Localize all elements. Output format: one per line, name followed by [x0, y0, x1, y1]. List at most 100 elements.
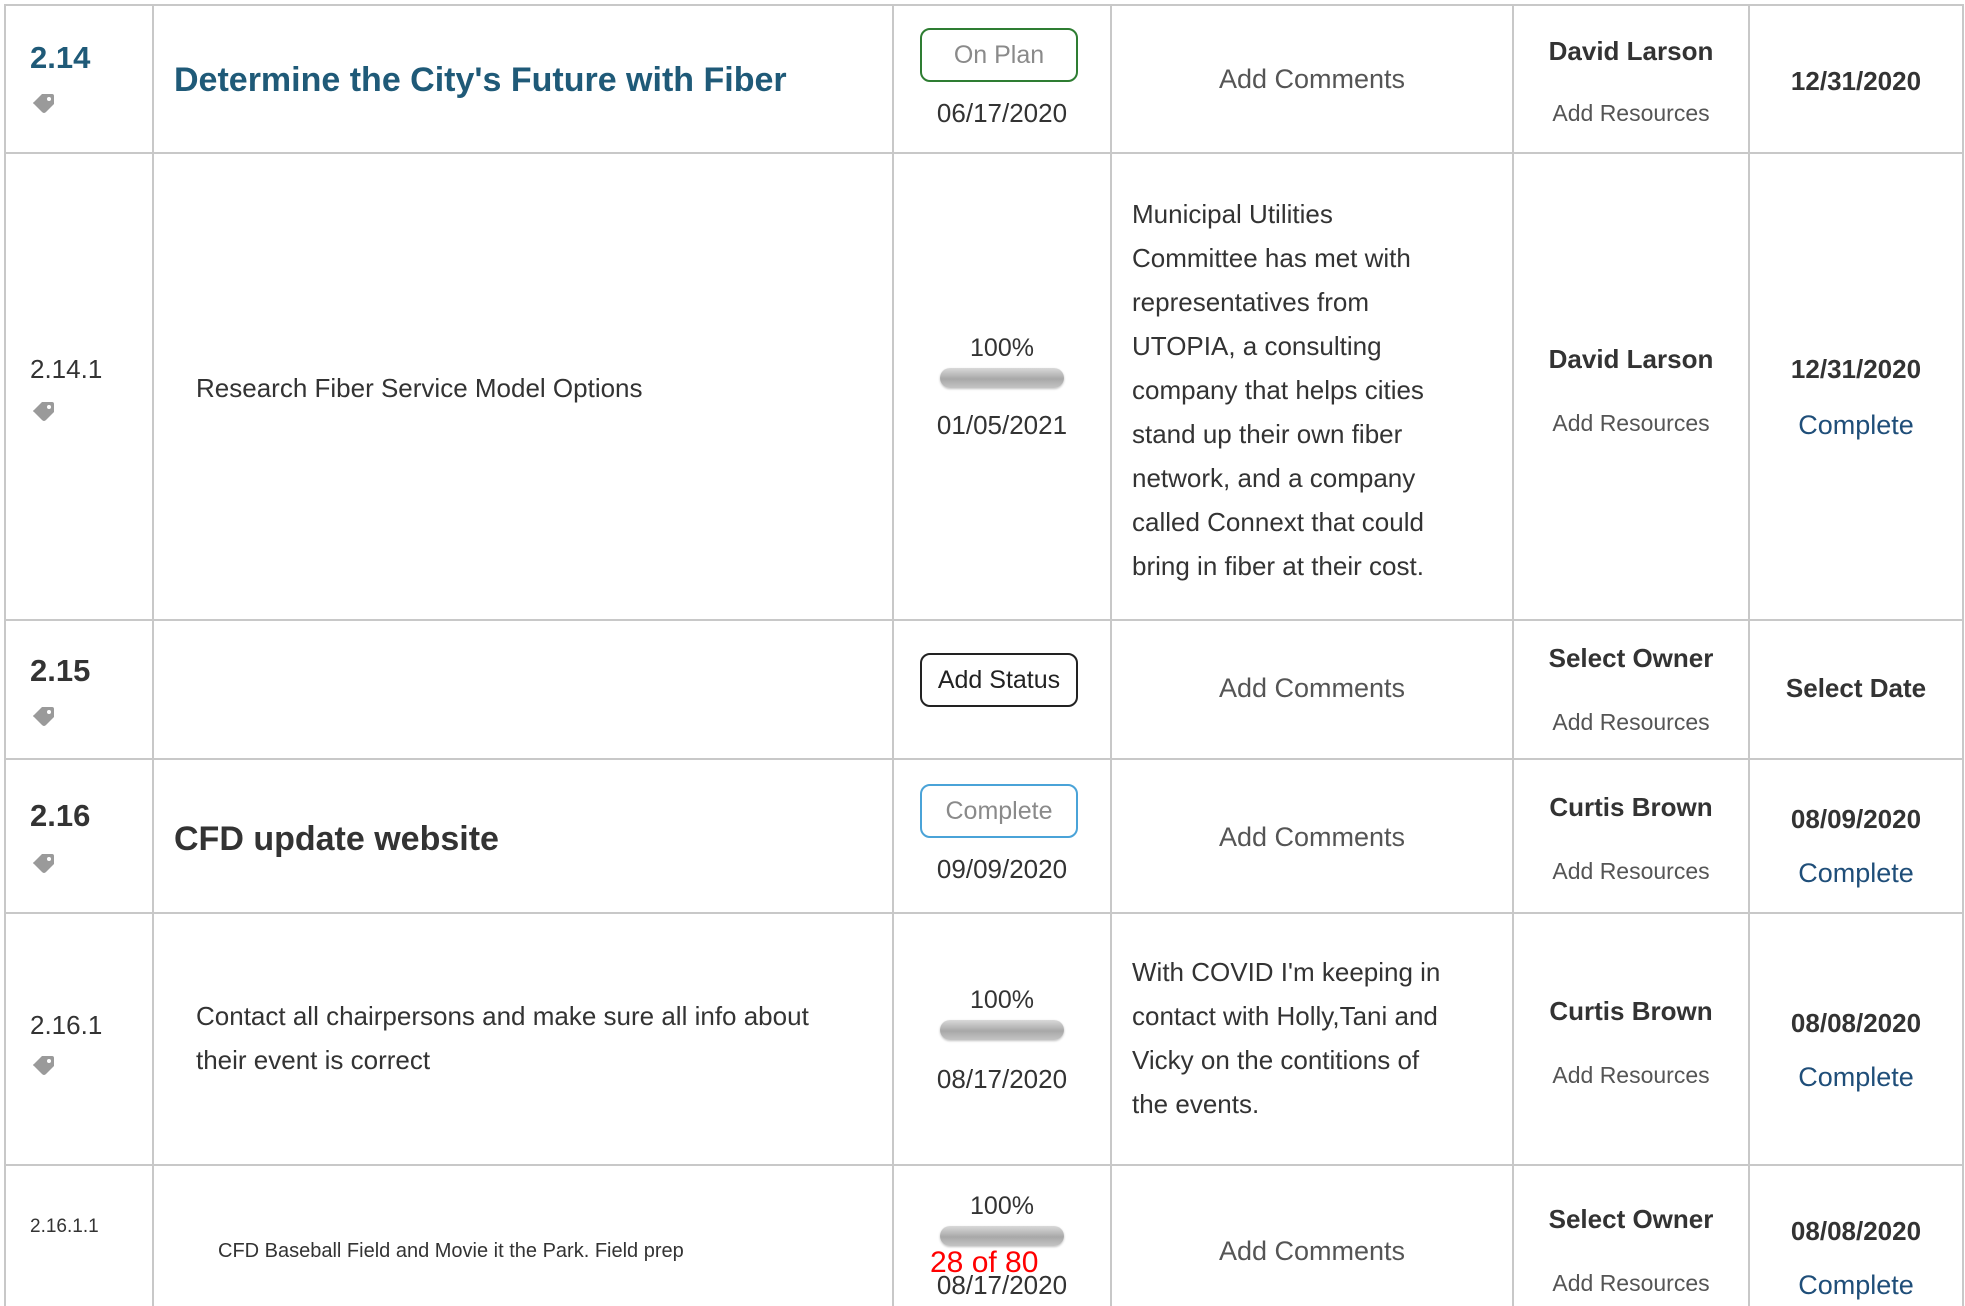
title-line: their event is correct	[196, 1045, 431, 1075]
table-row: 2.16.1 Contact all chairpersons and make…	[4, 914, 1964, 1166]
item-number[interactable]: 2.14	[30, 40, 90, 76]
status-cell: 100% 08/17/2020	[894, 914, 1112, 1164]
comment-line: Vicky on the contitions of	[1132, 1045, 1420, 1075]
comment-text[interactable]: Municipal Utilities Committee has met wi…	[1132, 192, 1472, 588]
comment-line: bring in fiber at their cost.	[1132, 551, 1424, 581]
status-cell: Complete 09/09/2020	[894, 760, 1112, 912]
due-date-cell: 08/08/2020 Complete	[1750, 914, 1964, 1164]
progress-percent: 100%	[970, 1192, 1034, 1220]
due-date-cell: Select Date	[1750, 621, 1964, 758]
comment-line: Municipal Utilities	[1132, 199, 1333, 229]
owner-cell: Select Owner Add Resources	[1514, 621, 1750, 758]
select-owner-link[interactable]: Select Owner	[1514, 1204, 1748, 1235]
status-date: 09/09/2020	[936, 854, 1068, 884]
add-resources-link[interactable]: Add Resources	[1514, 1062, 1748, 1089]
item-number-cell: 2.14.1	[4, 154, 154, 619]
progress-percent: 100%	[970, 986, 1034, 1014]
progress-bar[interactable]	[940, 1020, 1064, 1040]
item-number-cell: 2.16	[4, 760, 154, 912]
title-cell: Determine the City's Future with Fiber	[154, 6, 894, 152]
add-resources-link[interactable]: Add Resources	[1514, 410, 1748, 437]
select-owner-link[interactable]: Select Owner	[1514, 643, 1748, 674]
tag-icon[interactable]	[32, 705, 56, 727]
title-cell: CFD Baseball Field and Movie it the Park…	[154, 1166, 894, 1306]
title-cell: Research Fiber Service Model Options	[154, 154, 894, 619]
due-date[interactable]: 08/09/2020	[1750, 804, 1962, 835]
owner-name[interactable]: David Larson	[1514, 36, 1748, 67]
title-line: Contact all chairpersons and make sure a…	[196, 1001, 809, 1031]
status-date: 06/17/2020	[936, 98, 1068, 128]
owner-cell: David Larson Add Resources	[1514, 6, 1750, 152]
tag-icon[interactable]	[32, 852, 56, 874]
status-date: 08/17/2020	[936, 1064, 1068, 1094]
completion-link[interactable]: Complete	[1750, 1062, 1962, 1093]
item-number[interactable]: 2.15	[30, 653, 90, 689]
comments-cell: With COVID I'm keeping in contact with H…	[1112, 914, 1514, 1164]
due-date[interactable]: 08/08/2020	[1750, 1008, 1962, 1039]
status-cell: Add Status	[894, 621, 1112, 758]
due-date-cell: 08/09/2020 Complete	[1750, 760, 1964, 912]
item-title[interactable]: Research Fiber Service Model Options	[196, 366, 643, 410]
item-number[interactable]: 2.16.1	[30, 1010, 102, 1041]
add-comments-link[interactable]: Add Comments	[1112, 822, 1512, 853]
owner-cell: David Larson Add Resources	[1514, 154, 1750, 619]
status-cell: On Plan 06/17/2020	[894, 6, 1112, 152]
table-row: 2.16.1.1 CFD Baseball Field and Movie it…	[4, 1166, 1964, 1306]
select-date-link[interactable]: Select Date	[1750, 673, 1962, 704]
tag-icon[interactable]	[32, 400, 56, 422]
comment-text[interactable]: With COVID I'm keeping in contact with H…	[1132, 950, 1472, 1126]
comments-cell: Municipal Utilities Committee has met wi…	[1112, 154, 1514, 619]
add-comments-link[interactable]: Add Comments	[1112, 673, 1512, 704]
status-button[interactable]: Complete	[920, 784, 1078, 838]
title-cell	[154, 621, 894, 758]
item-number[interactable]: 2.16.1.1	[30, 1216, 99, 1238]
tag-icon[interactable]	[32, 1054, 56, 1076]
owner-cell: Curtis Brown Add Resources	[1514, 760, 1750, 912]
item-number[interactable]: 2.14.1	[30, 354, 102, 385]
add-status-button[interactable]: Add Status	[920, 653, 1078, 707]
item-title[interactable]: CFD update website	[174, 820, 499, 859]
add-comments-link[interactable]: Add Comments	[1112, 64, 1512, 95]
owner-name[interactable]: Curtis Brown	[1514, 792, 1748, 823]
comment-line: company that helps cities	[1132, 375, 1424, 405]
comment-line: called Connext that could	[1132, 507, 1424, 537]
add-resources-link[interactable]: Add Resources	[1514, 1270, 1748, 1297]
completion-link[interactable]: Complete	[1750, 858, 1962, 889]
due-date[interactable]: 12/31/2020	[1750, 354, 1962, 385]
status-date: 01/05/2021	[936, 410, 1068, 440]
completion-link[interactable]: Complete	[1750, 410, 1962, 441]
comment-line: Committee has met with	[1132, 243, 1411, 273]
status-button[interactable]: On Plan	[920, 28, 1078, 82]
progress-bar[interactable]	[940, 368, 1064, 388]
item-number-cell: 2.14	[4, 6, 154, 152]
item-number[interactable]: 2.16	[30, 798, 90, 834]
comment-line: the events.	[1132, 1089, 1260, 1119]
table-row: 2.15 Add Status Add Comments Select Owne…	[4, 621, 1964, 760]
table-row: 2.16 CFD update website Complete 09/09/2…	[4, 760, 1964, 914]
add-resources-link[interactable]: Add Resources	[1514, 858, 1748, 885]
add-comments-link[interactable]: Add Comments	[1112, 1236, 1512, 1267]
completion-link[interactable]: Complete	[1750, 1270, 1962, 1301]
comment-line: With COVID I'm keeping in	[1132, 957, 1441, 987]
comment-line: representatives from	[1132, 287, 1369, 317]
add-resources-link[interactable]: Add Resources	[1514, 709, 1748, 736]
item-title[interactable]: Contact all chairpersons and make sure a…	[196, 994, 809, 1082]
comments-cell: Add Comments	[1112, 6, 1514, 152]
owner-name[interactable]: David Larson	[1514, 344, 1748, 375]
item-title[interactable]: Determine the City's Future with Fiber	[174, 61, 787, 100]
add-resources-link[interactable]: Add Resources	[1514, 100, 1748, 127]
comments-cell: Add Comments	[1112, 621, 1514, 758]
tag-icon[interactable]	[32, 92, 56, 114]
due-date-cell: 12/31/2020	[1750, 6, 1964, 152]
progress-bar[interactable]	[940, 1226, 1064, 1246]
due-date[interactable]: 08/08/2020	[1750, 1216, 1962, 1247]
item-title[interactable]: CFD Baseball Field and Movie it the Park…	[218, 1240, 684, 1263]
comment-line: stand up their own fiber	[1132, 419, 1403, 449]
page-indicator: 28 of 80	[930, 1246, 1039, 1279]
comments-cell: Add Comments	[1112, 1166, 1514, 1306]
due-date[interactable]: 12/31/2020	[1750, 66, 1962, 97]
progress-percent: 100%	[970, 334, 1034, 362]
owner-name[interactable]: Curtis Brown	[1514, 996, 1748, 1027]
status-cell: 100% 08/17/2020	[894, 1166, 1112, 1306]
comment-line: network, and a company	[1132, 463, 1416, 493]
